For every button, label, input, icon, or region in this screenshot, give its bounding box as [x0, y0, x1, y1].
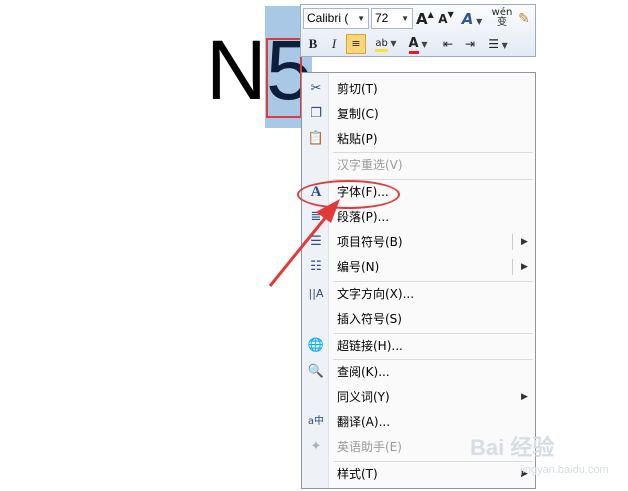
watermark-brand: Bai 经验: [470, 435, 555, 460]
watermark-url: jingyan.baidu.com: [520, 464, 609, 476]
baidu-watermark: Bai 经验 jingyan.baidu.com: [470, 430, 609, 476]
annotation-arrow: [268, 199, 340, 287]
